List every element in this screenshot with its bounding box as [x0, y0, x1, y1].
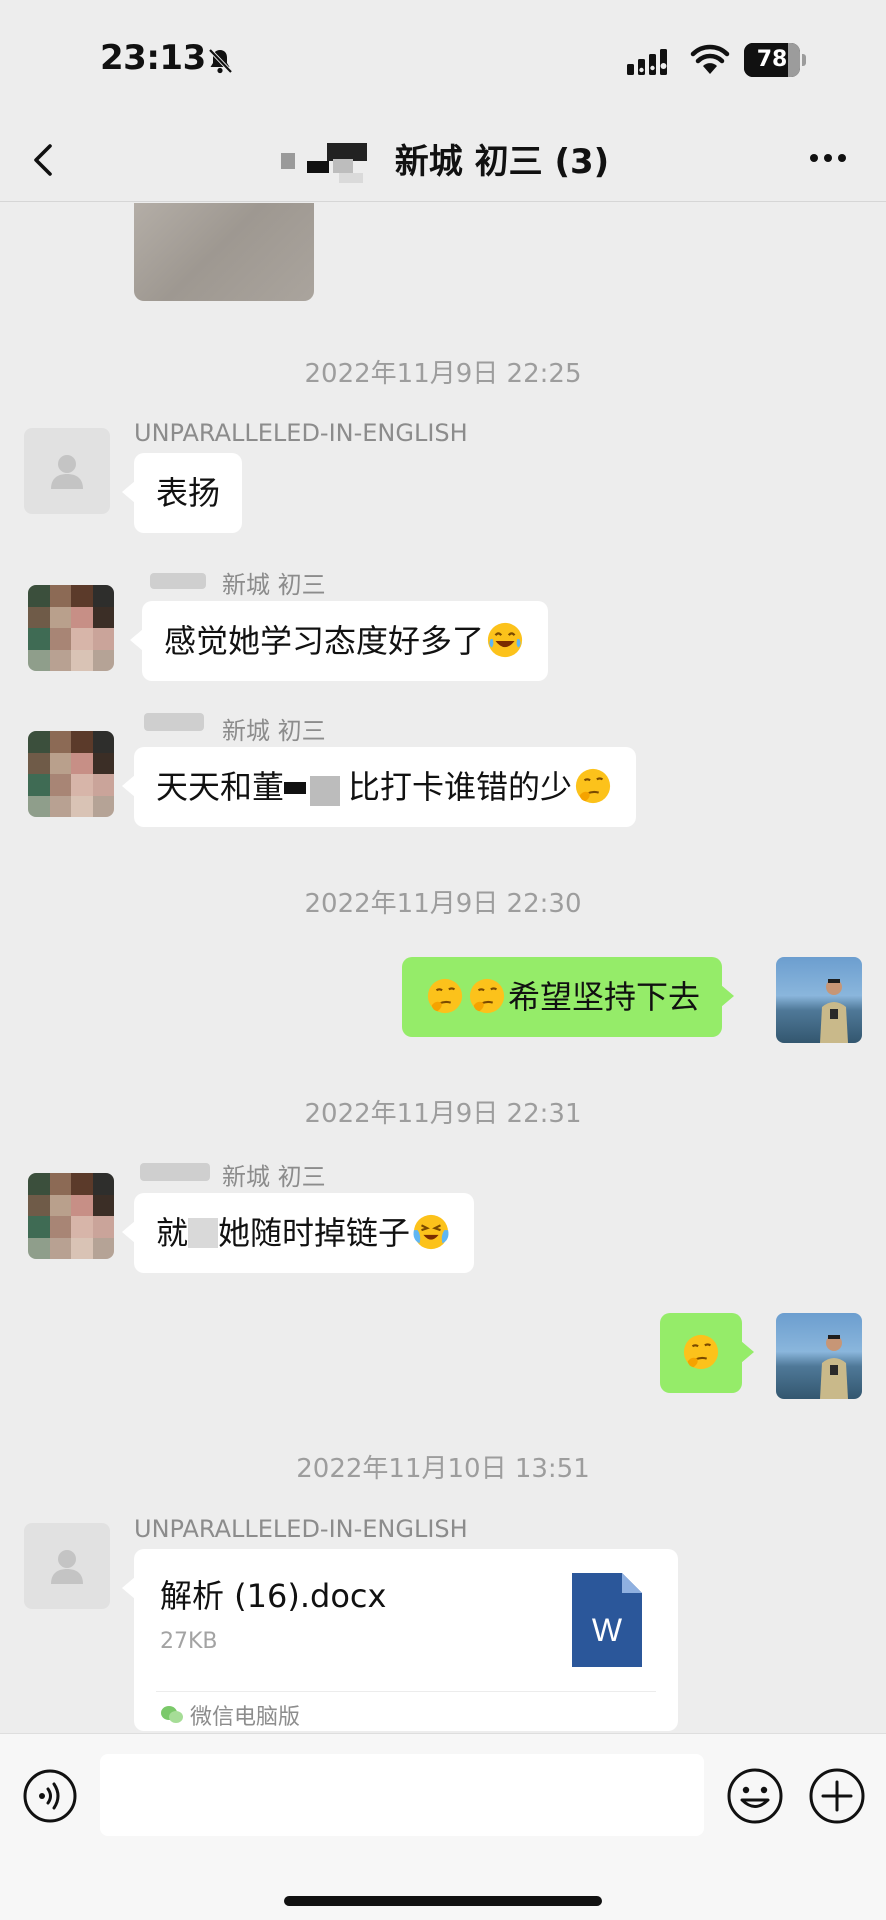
more-options-icon[interactable]	[808, 150, 848, 166]
wifi-icon	[690, 44, 730, 74]
person-silhouette-icon	[51, 1550, 83, 1584]
home-indicator[interactable]	[284, 1896, 602, 1906]
message-text: 感觉她学习态度好多了	[164, 622, 485, 660]
sender-name: UNPARALLELED-IN-ENGLISH	[134, 419, 468, 447]
battery-percent: 78	[756, 47, 788, 72]
message-bubble[interactable]: 表扬	[121, 453, 243, 533]
message-bubble-self[interactable]	[660, 1313, 754, 1393]
message-text: 希望坚持下去	[508, 978, 701, 1016]
divider	[156, 1691, 656, 1692]
voice-input-button[interactable]	[22, 1768, 78, 1824]
message-text-part: 就	[156, 1214, 189, 1252]
message-input[interactable]	[100, 1754, 704, 1836]
avatar-self[interactable]	[776, 1313, 862, 1399]
message-text: 表扬	[156, 474, 221, 512]
file-name: 解析 (16).docx	[160, 1577, 387, 1615]
timestamp: 2022年11月10日 13:51	[296, 1454, 590, 1484]
image-message-partial[interactable]	[134, 203, 314, 301]
redacted-text-mosaic	[284, 772, 348, 806]
person-silhouette-icon	[51, 455, 83, 489]
person-photo-icon	[820, 979, 848, 1043]
message-text-part: 她随时掉链子	[218, 1214, 411, 1252]
chat-header: 新城 初三 (3)	[0, 120, 886, 202]
file-source-label: 微信电脑版	[190, 1705, 301, 1730]
sender-name: UNPARALLELED-IN-ENGLISH	[134, 1515, 468, 1543]
sender-name: 新城 初三	[222, 571, 326, 599]
thinking-face-emoji	[683, 1334, 719, 1370]
laughing-tears-emoji	[487, 622, 523, 658]
timestamp: 2022年11月9日 22:25	[304, 359, 582, 389]
avatar-mosaic[interactable]	[28, 585, 114, 671]
emoji-button[interactable]	[726, 1767, 784, 1825]
message-bubble-self[interactable]: 希望坚持下去	[402, 957, 735, 1037]
svg-text:W: W	[592, 1612, 623, 1648]
redacted-name-mosaic	[140, 1163, 210, 1181]
thinking-face-emoji	[469, 978, 505, 1014]
redacted-name-mosaic	[150, 573, 206, 589]
message-bubble[interactable]: 就她随时掉链子	[121, 1193, 475, 1273]
thinking-face-emoji	[575, 768, 611, 804]
file-message-card[interactable]: 解析 (16).docx 27KB W 微信电脑版	[122, 1549, 678, 1731]
bell-muted-icon	[208, 48, 233, 74]
redacted-text-mosaic	[188, 1218, 219, 1248]
timestamp: 2022年11月9日 22:31	[304, 1099, 582, 1129]
wechat-icon	[161, 1706, 183, 1723]
avatar-self[interactable]	[776, 957, 862, 1043]
person-photo-icon	[820, 1335, 848, 1399]
status-bar: 23:13 78	[0, 0, 886, 120]
avatar-mosaic[interactable]	[28, 731, 114, 817]
file-source: 微信电脑版	[160, 1699, 300, 1731]
thinking-face-emoji	[427, 978, 463, 1014]
crying-laughing-emoji	[413, 1214, 449, 1250]
avatar-default[interactable]	[24, 428, 110, 514]
status-time: 23:13	[100, 38, 206, 78]
message-text-part: 天天和董	[156, 768, 285, 806]
redacted-name-mosaic	[277, 139, 385, 183]
battery-indicator: 78	[744, 43, 806, 77]
plus-button[interactable]	[808, 1767, 866, 1825]
message-bubble[interactable]: 天天和董 比打卡谁错的少	[121, 747, 637, 827]
word-doc-icon: W	[572, 1573, 642, 1667]
chat-title-text: 新城 初三 (3)	[394, 142, 610, 182]
sender-name: 新城 初三	[222, 1163, 326, 1191]
chat-messages[interactable]: 2022年11月9日 22:25 UNPARALLELED-IN-ENGLISH…	[0, 203, 886, 1733]
redacted-name-mosaic	[144, 713, 204, 731]
message-text-part: 比打卡谁错的少	[348, 768, 573, 806]
chat-title: 新城 初三 (3)	[0, 134, 886, 188]
input-bar	[0, 1733, 886, 1920]
cellular-signal-icon	[627, 49, 667, 75]
avatar-mosaic[interactable]	[28, 1173, 114, 1259]
timestamp: 2022年11月9日 22:30	[304, 889, 582, 919]
sender-name: 新城 初三	[222, 717, 326, 745]
file-size: 27KB	[160, 1629, 218, 1654]
avatar-default[interactable]	[24, 1523, 110, 1609]
message-bubble[interactable]: 感觉她学习态度好多了	[129, 601, 549, 681]
